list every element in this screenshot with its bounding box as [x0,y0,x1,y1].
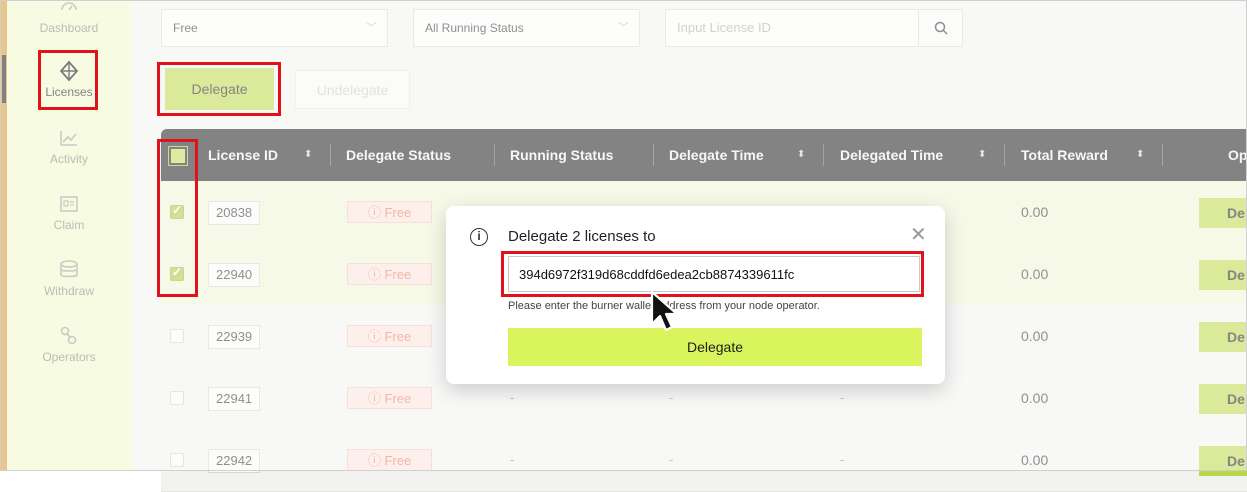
close-icon[interactable]: ✕ [910,222,927,247]
modal-title: Delegate 2 licenses to [508,228,656,245]
delegate-modal: i Delegate 2 licenses to ✕ Please enter … [446,206,945,384]
highlight-licenses [38,50,98,110]
confirm-delegate-button[interactable]: Delegate [508,328,922,366]
mouse-cursor-icon [650,290,679,332]
info-icon: i [470,228,488,246]
highlight-checkboxes [157,139,198,297]
highlight-delegate-button [157,62,281,116]
highlight-address-input [501,251,924,297]
